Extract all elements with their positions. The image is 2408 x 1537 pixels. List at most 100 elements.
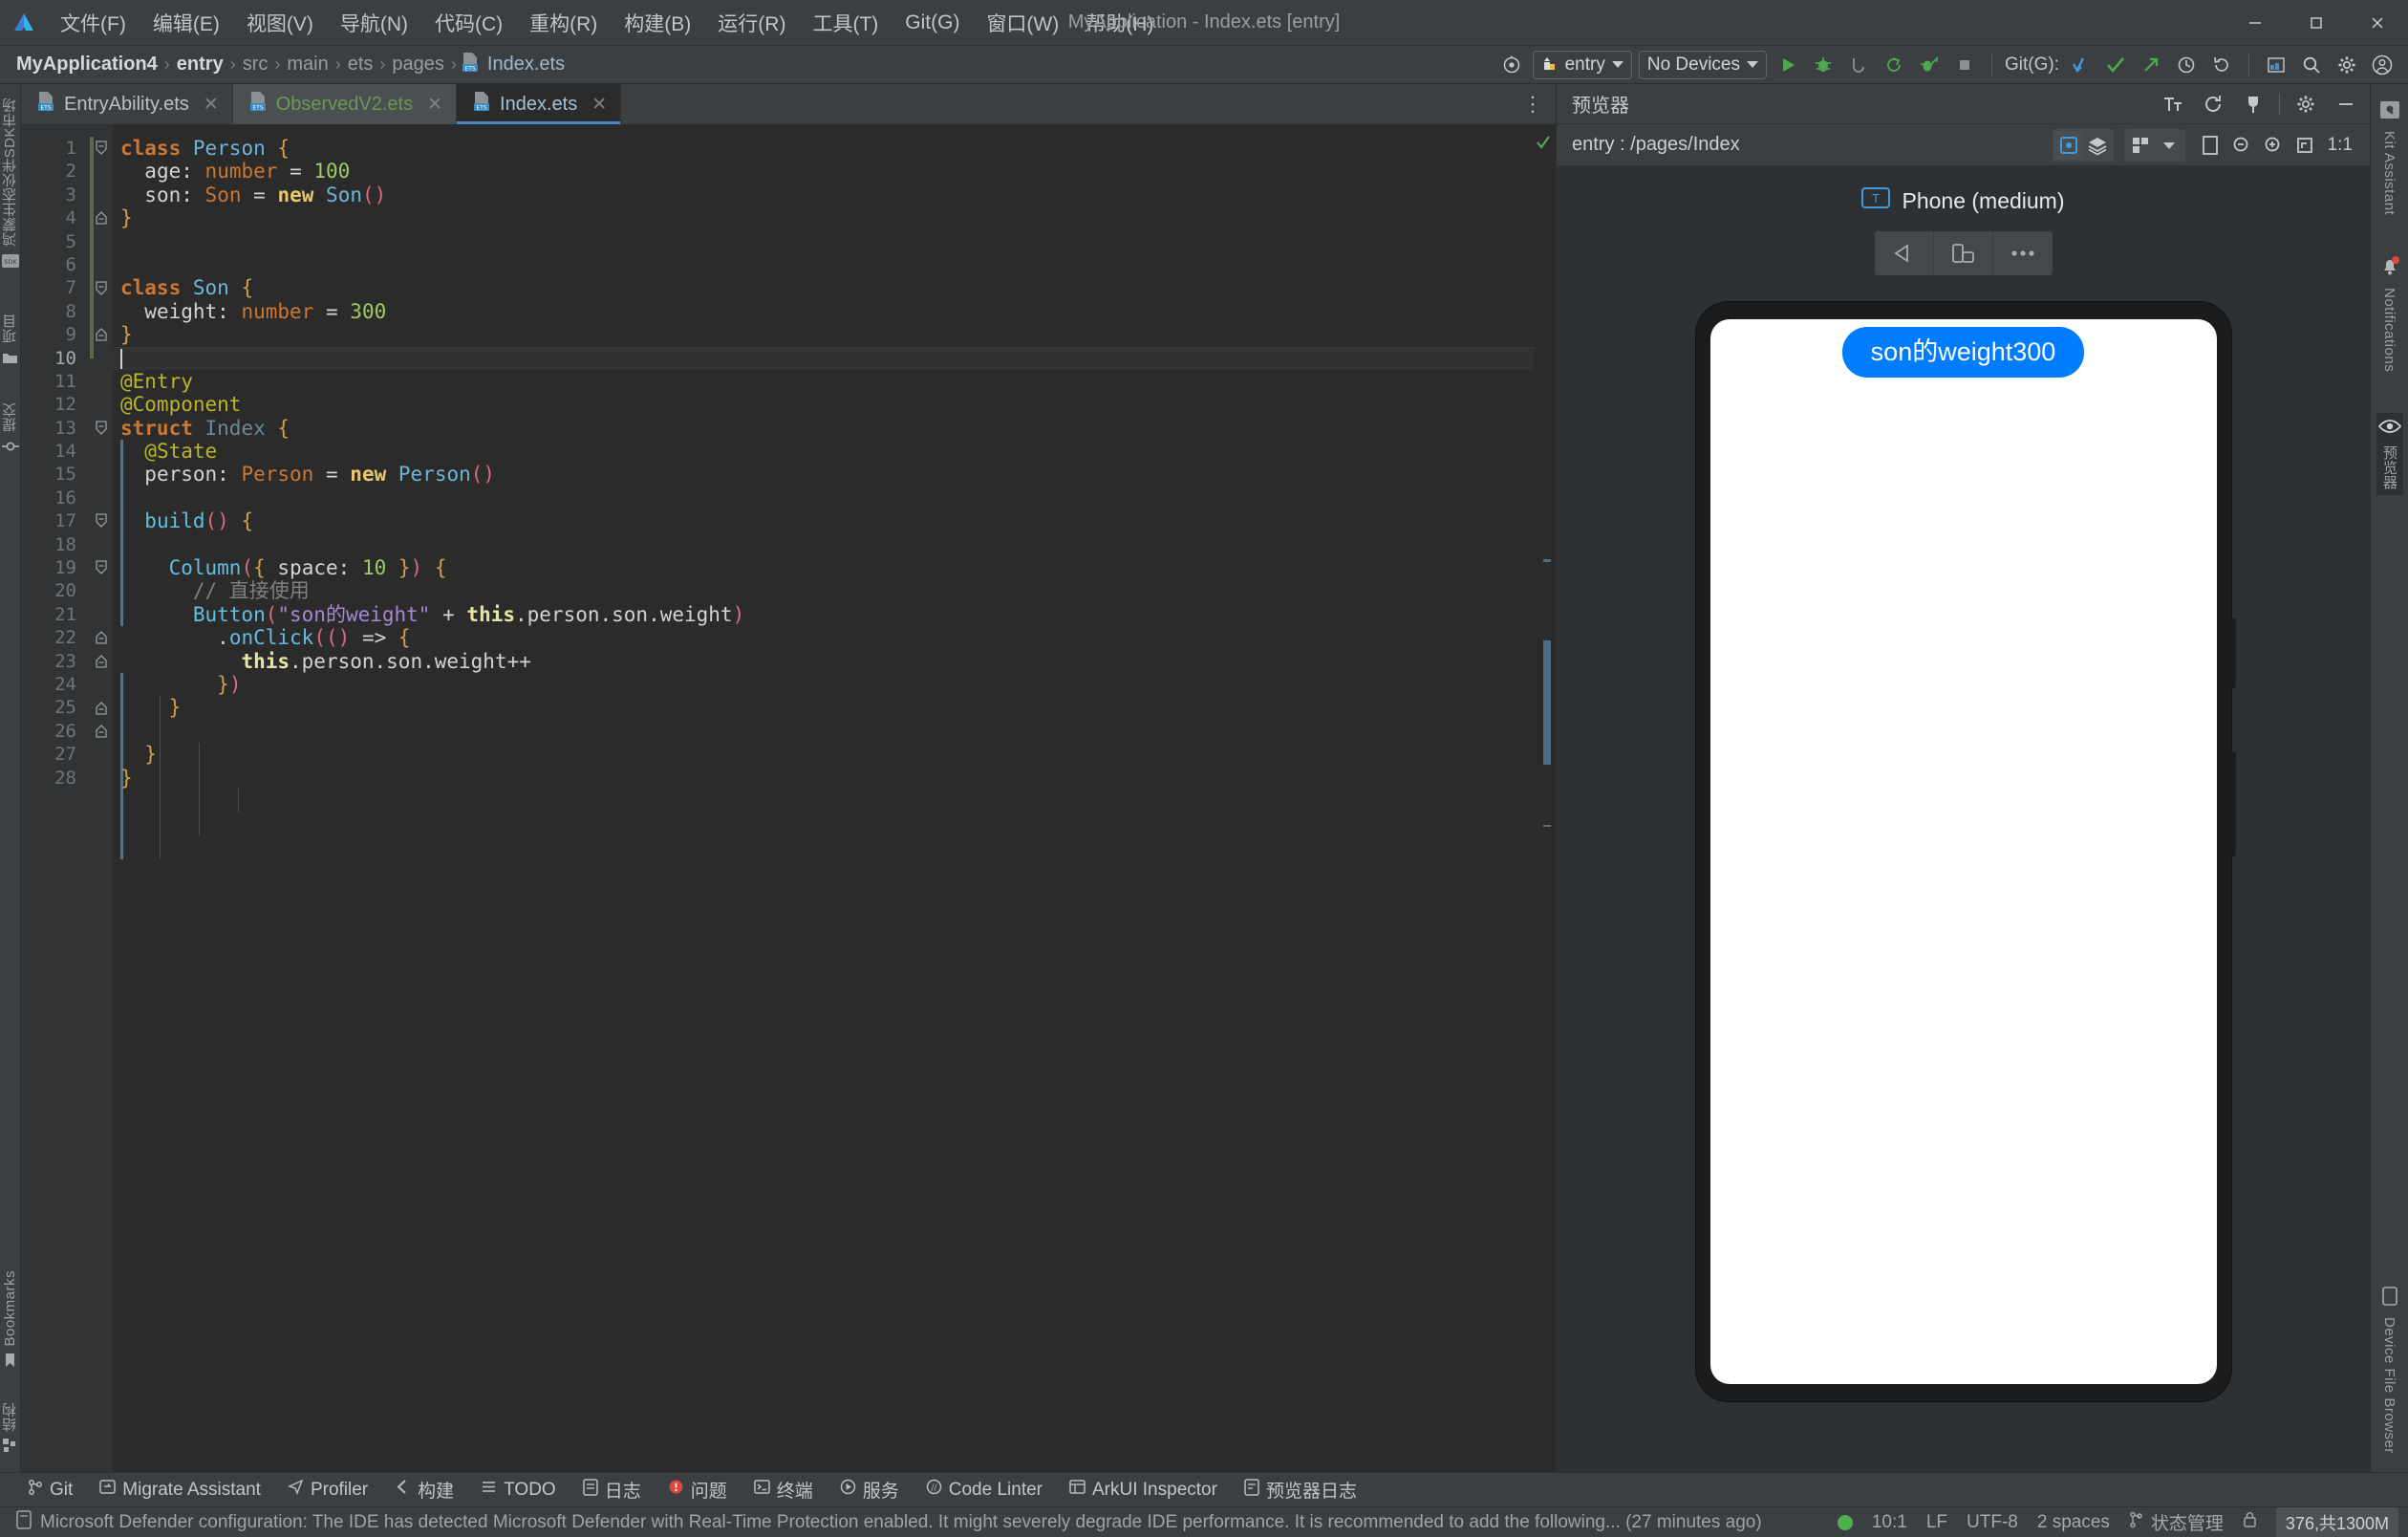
git-update-icon[interactable] (2066, 51, 2095, 79)
debug-button[interactable] (1809, 51, 1838, 79)
menu-item-refactor[interactable]: 重构(R) (517, 5, 610, 41)
fold-marker-open[interactable] (90, 417, 113, 440)
preview-son-weight-button[interactable]: son的weight300 (1841, 327, 2085, 379)
editor-tab-overflow[interactable]: ⋮ (1522, 84, 1556, 124)
sidebar-item-sdk-market[interactable]: 鸿蒙生态伙伴SDK市场 SDK (0, 97, 20, 273)
stop-button[interactable] (1950, 51, 1979, 79)
maximize-button[interactable] (2286, 0, 2347, 46)
hide-panel-icon[interactable] (2332, 90, 2360, 119)
breadcrumb-item-entry[interactable]: entry (174, 54, 226, 76)
font-size-icon[interactable] (2159, 90, 2187, 119)
close-icon[interactable]: ✕ (427, 94, 442, 116)
zoom-out-icon[interactable] (2227, 131, 2256, 160)
code-editor[interactable]: 1 2 3 4 5 6 7 8 9 10 11 12 13 14 15 16 1 (21, 124, 1556, 1472)
breadcrumb-item-file[interactable]: Index.ets (484, 54, 568, 76)
git-rollback-icon[interactable] (2207, 51, 2236, 79)
editor-tab-observedv2[interactable]: ETS ObservedV2.ets ✕ (232, 84, 458, 124)
device-screen[interactable]: son的weight300 (1709, 319, 2217, 1384)
breadcrumb-item-ets[interactable]: ets (345, 54, 376, 76)
menu-item-navigate[interactable]: 导航(N) (328, 5, 420, 41)
menu-item-git[interactable]: Git(G) (892, 8, 972, 38)
tool-window-build[interactable]: 构建 (381, 1476, 467, 1505)
menu-item-edit[interactable]: 编辑(E) (140, 5, 232, 41)
sidebar-item-kit-assistant[interactable]: Kit Assistant (2377, 96, 2402, 220)
tool-window-migrate-assistant[interactable]: Migrate Assistant (86, 1476, 274, 1505)
run-configuration-selector[interactable]: entry (1532, 50, 1632, 79)
zoom-in-icon[interactable] (2259, 131, 2288, 160)
fold-marker-close[interactable] (90, 650, 113, 673)
git-push-icon[interactable] (2137, 51, 2165, 79)
chevron-down-icon[interactable] (2155, 131, 2183, 160)
tool-window-problems[interactable]: 问题 (655, 1476, 741, 1505)
file-encoding[interactable]: UTF-8 (1967, 1512, 2018, 1533)
fold-marker-close[interactable] (90, 626, 113, 649)
notification-icon[interactable] (15, 1509, 32, 1535)
close-button[interactable] (2347, 0, 2408, 46)
run-button[interactable] (1774, 51, 1802, 79)
tool-window-todo[interactable]: TODO (467, 1476, 570, 1505)
grid-layout-icon[interactable] (2126, 131, 2155, 160)
refresh-icon[interactable] (2199, 90, 2227, 119)
fold-marker-open[interactable] (90, 556, 113, 579)
menu-item-file[interactable]: 文件(F) (48, 5, 139, 41)
git-history-icon[interactable] (2172, 51, 2201, 79)
tool-window-profiler[interactable]: Profiler (274, 1476, 381, 1505)
fold-marker-close[interactable] (90, 696, 113, 719)
menu-item-window[interactable]: 窗口(W) (974, 5, 1071, 41)
code-folding-gutter[interactable] (90, 124, 113, 1472)
settings-gear-icon[interactable] (2333, 51, 2361, 79)
menu-item-view[interactable]: 视图(V) (234, 5, 326, 41)
plug-icon[interactable] (2239, 90, 2268, 119)
indent-setting[interactable]: 2 spaces (2037, 1512, 2110, 1533)
rerun-button[interactable] (1880, 51, 1908, 79)
settings-gear-icon[interactable] (2291, 90, 2320, 119)
editor-tab-index[interactable]: ETS Index.ets ✕ (457, 84, 622, 124)
git-branch-widget[interactable]: 状态管理 (2129, 1509, 2224, 1535)
device-manager-icon[interactable] (1497, 51, 1526, 79)
sidebar-item-notifications[interactable]: Notifications (2377, 250, 2402, 377)
breadcrumb-item-main[interactable]: main (284, 54, 331, 76)
menu-item-code[interactable]: 代码(C) (422, 5, 515, 41)
debug-run-button[interactable] (1915, 51, 1944, 79)
sidebar-item-project[interactable]: 项目 (0, 314, 20, 370)
tool-window-arkui-inspector[interactable]: ArkUI Inspector (1056, 1476, 1231, 1505)
attach-debugger-button[interactable] (1844, 51, 1873, 79)
sidebar-item-commit[interactable]: 提交 (0, 402, 20, 459)
close-icon[interactable]: ✕ (204, 94, 219, 116)
tool-window-log[interactable]: 日志 (570, 1476, 655, 1505)
rotate-device-button[interactable] (1934, 231, 1993, 275)
sidebar-item-previewer[interactable]: 预览器 (2376, 413, 2403, 495)
breadcrumb-item-pages[interactable]: pages (389, 54, 447, 76)
inspections-ok-icon[interactable] (1535, 134, 1552, 157)
sidebar-item-device-file-browser[interactable]: Device File Browser (2379, 1282, 2399, 1459)
close-icon[interactable]: ✕ (591, 94, 607, 116)
memory-indicator[interactable]: 376,共1300M (2275, 1506, 2398, 1537)
more-vertical-icon[interactable]: ⋮ (1522, 92, 1544, 117)
editor-marker-rail[interactable] (1535, 124, 1556, 1472)
tool-window-services[interactable]: 服务 (827, 1476, 913, 1505)
back-button[interactable] (1875, 231, 1934, 275)
fit-to-frame-icon[interactable] (2196, 131, 2225, 160)
breadcrumb-item-src[interactable]: src (240, 54, 271, 76)
status-message[interactable]: Microsoft Defender configuration: The ID… (40, 1512, 1762, 1533)
editor-tab-entryability[interactable]: ETS EntryAbility.ets ✕ (21, 84, 233, 124)
tool-window-code-linter[interactable]: // Code Linter (913, 1476, 1056, 1505)
search-icon[interactable] (2297, 51, 2326, 79)
fold-marker-close[interactable] (90, 720, 113, 743)
account-avatar-icon[interactable] (2368, 51, 2397, 79)
caret-position[interactable]: 10:1 (1872, 1512, 1907, 1533)
component-picker-icon[interactable] (2053, 130, 2083, 160)
tool-window-git[interactable]: Git (13, 1476, 86, 1505)
menu-item-run[interactable]: 运行(R) (705, 5, 798, 41)
layers-icon[interactable] (2083, 131, 2112, 160)
inspection-status-dot[interactable] (1837, 1514, 1853, 1530)
menu-item-build[interactable]: 构建(B) (612, 5, 703, 41)
more-options-button[interactable] (1993, 231, 2053, 275)
zoom-ratio-label[interactable]: 1:1 (2322, 131, 2358, 160)
project-structure-icon[interactable] (2262, 51, 2290, 79)
sidebar-item-structure[interactable]: 结构 (0, 1402, 20, 1459)
device-selector[interactable]: No Devices (1638, 50, 1767, 79)
fold-marker-open[interactable] (90, 509, 113, 532)
tool-window-terminal[interactable]: 终端 (741, 1476, 827, 1505)
zoom-fit-icon[interactable] (2290, 131, 2319, 160)
